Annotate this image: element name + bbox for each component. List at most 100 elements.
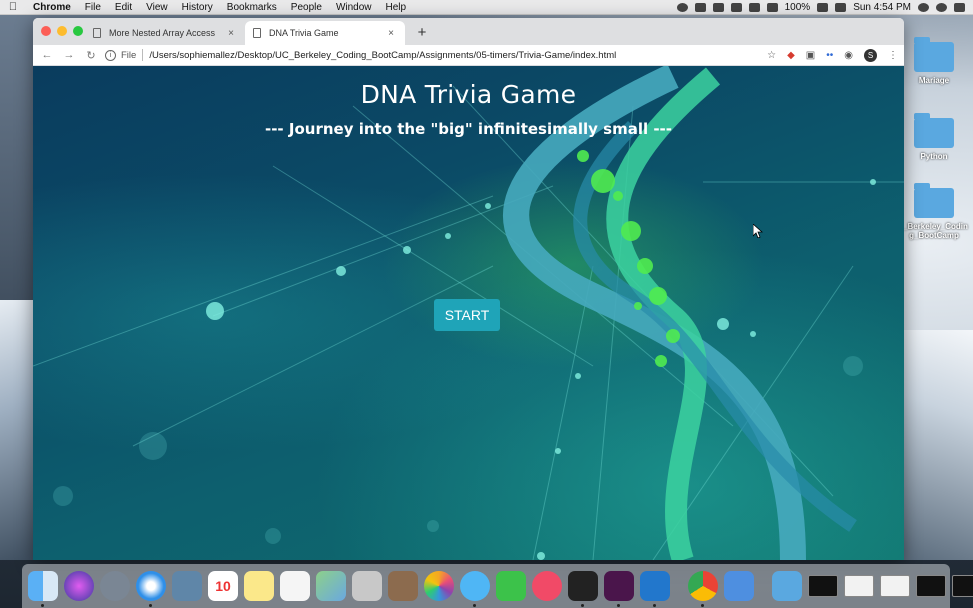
messages-icon[interactable] [460,571,490,607]
drive-icon[interactable] [712,2,724,12]
close-window-icon[interactable] [41,26,51,36]
minimized-window-thumbnail[interactable] [808,575,838,597]
info-icon[interactable]: i [105,49,116,61]
tab-strip: More Nested Array Access × DNA Trivia Ga… [33,18,904,45]
flag-icon[interactable] [835,2,847,12]
extension-blue-icon[interactable]: •• [826,50,833,61]
profile-avatar[interactable]: S [864,48,877,62]
start-button[interactable]: START [434,299,500,331]
notes-icon[interactable] [244,571,274,601]
tab-close-icon[interactable]: × [225,28,237,39]
new-tab-button[interactable]: + [415,24,429,41]
tab-more-nested-array-access[interactable]: More Nested Array Access × [85,21,245,45]
extension-red-icon[interactable]: ◆ [787,50,795,61]
window-controls [41,26,83,36]
airplay-icon[interactable] [730,2,742,12]
notification-center-icon[interactable] [954,2,965,12]
menu-help[interactable]: Help [379,2,414,13]
minimized-window-thumbnail[interactable] [844,575,874,597]
folder-icon [914,113,954,148]
desktop-icon-label: Mariage [918,76,950,85]
music-icon[interactable] [532,571,562,601]
tab-label: DNA Trivia Game [269,28,339,38]
minimize-window-icon[interactable] [57,26,67,36]
menu-view[interactable]: View [139,2,175,13]
tab-label: More Nested Array Access [109,28,216,38]
photos-icon[interactable] [424,571,454,601]
menu-people[interactable]: People [284,2,329,13]
menubar-clock[interactable]: Sun 4:54 PM [853,2,911,13]
books-icon[interactable] [388,571,418,601]
launchpad-icon[interactable] [100,571,130,601]
menu-bookmarks[interactable]: Bookmarks [220,2,284,13]
desktop-folder-python[interactable]: Python [903,113,965,161]
minimized-window-thumbnail[interactable] [916,575,946,597]
menu-file[interactable]: File [78,2,108,13]
more-menu-icon[interactable]: ⋮ [888,50,898,61]
downloads-folder-icon[interactable] [772,571,802,601]
extension-grey-icon[interactable]: ◉ [844,50,853,61]
mac-dock: 10 [22,564,973,608]
desktop-wallpaper-right [903,330,973,560]
apple-menu-icon[interactable]:  [0,1,26,13]
tab-close-icon[interactable]: × [385,28,397,39]
back-arrow-icon[interactable]: ← [39,49,55,61]
terminal-icon[interactable] [568,571,598,607]
status-area: 100% Sun 4:54 PM [676,2,973,13]
vscode-icon[interactable] [640,571,670,607]
document-icon [253,28,261,38]
books-icon[interactable] [694,2,706,12]
bookmark-star-icon[interactable]: ☆ [767,50,776,61]
browser-toolbar: ← → ↻ i File /Users/sophiemallez/Desktop… [33,45,904,66]
battery-icon[interactable] [817,2,829,12]
safari-icon[interactable] [136,571,166,607]
calendar-icon[interactable]: 10 [208,571,238,601]
page-viewport: DNA Trivia Game --- Journey into the "bi… [33,66,904,560]
browser-window: More Nested Array Access × DNA Trivia Ga… [33,18,904,560]
desktop-icon-label: _Berkeley_Codin g_BootCamp [903,222,968,240]
menu-app-name[interactable]: Chrome [26,2,78,13]
chrome-icon[interactable] [688,571,718,607]
dna-helix [503,66,857,560]
minimized-window-thumbnail[interactable] [952,575,973,597]
page-subtitle: --- Journey into the "big" infinitesimal… [264,120,672,138]
fullscreen-window-icon[interactable] [73,26,83,36]
desktop-folder-mariage[interactable]: Mariage [903,37,965,85]
siri-icon[interactable] [64,571,94,601]
user-icon[interactable] [936,2,947,12]
facetime-icon[interactable] [496,571,526,601]
spotlight-icon[interactable] [918,2,929,12]
xcode-icon[interactable] [724,571,754,601]
wifi-icon[interactable] [766,2,778,12]
menu-history[interactable]: History [175,2,220,13]
network-nodes [206,179,876,560]
folder-icon [914,37,954,72]
bluetooth-icon[interactable] [748,2,760,12]
desktop-icon-label: Python [920,152,948,161]
reload-icon[interactable]: ↻ [83,49,99,62]
mouse-cursor-icon [753,224,763,238]
record-icon[interactable] [676,2,688,12]
page-title: DNA Trivia Game [360,80,577,109]
reminders-icon[interactable] [280,571,310,601]
battery-percent[interactable]: 100% [785,2,811,13]
photo-booth-icon[interactable] [352,571,382,601]
tab-dna-trivia-game[interactable]: DNA Trivia Game × [245,21,405,45]
menu-window[interactable]: Window [329,2,379,13]
toolbar-actions: ☆ ◆ ▣ •• ◉ S ⋮ [767,48,898,62]
folder-icon [914,183,954,218]
document-icon [93,28,101,38]
maps-icon[interactable] [316,571,346,601]
mac-menubar:  Chrome File Edit View History Bookmark… [0,0,973,15]
menu-edit[interactable]: Edit [108,2,139,13]
forward-arrow-icon[interactable]: → [61,49,77,61]
minimized-window-thumbnail[interactable] [880,575,910,597]
url-text[interactable]: /Users/sophiemallez/Desktop/UC_Berkeley_… [149,50,616,61]
desktop-folder-bootcamp[interactable]: _Berkeley_Codin g_BootCamp [903,183,968,240]
address-separator [142,49,144,61]
mail-stamp-icon[interactable] [172,571,202,601]
address-bar[interactable]: i File /Users/sophiemallez/Desktop/UC_Be… [105,46,759,64]
slack-icon[interactable] [604,571,634,607]
extension-screenshot-icon[interactable]: ▣ [806,50,815,61]
finder-icon[interactable] [28,571,58,607]
